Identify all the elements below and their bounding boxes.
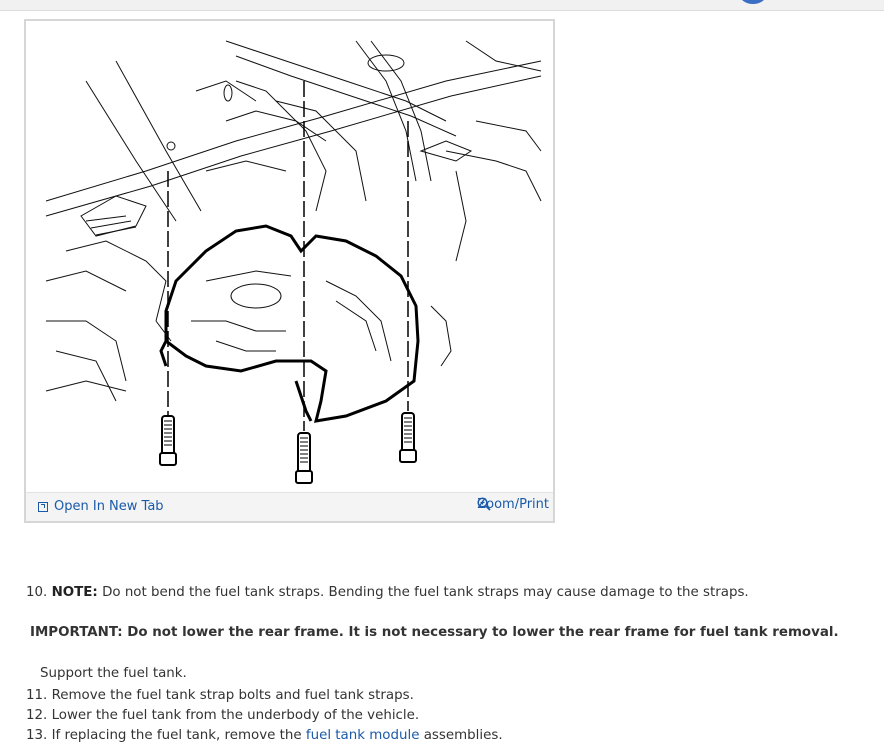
top-toolbar — [0, 0, 884, 11]
step-11: 11. Remove the fuel tank strap bolts and… — [26, 686, 503, 706]
fuel-tank-module-link[interactable]: fuel tank module — [306, 728, 420, 743]
step-number: 12. — [26, 708, 48, 723]
step-list: 11. Remove the fuel tank strap bolts and… — [26, 686, 503, 746]
support-instruction: Support the fuel tank. — [40, 666, 187, 681]
step-text: If replacing the fuel tank, remove the — [51, 728, 302, 743]
step-text: Do not bend the fuel tank straps. Bendin… — [102, 585, 749, 600]
step-text: Remove the fuel tank strap bolts and fue… — [51, 688, 414, 703]
step-13: 13. If replacing the fuel tank, remove t… — [26, 726, 503, 746]
zoom-print-link[interactable]: Zoom/Print — [477, 497, 549, 512]
figure-toolbar: Open In New Tab Zoom/Print — [26, 492, 553, 521]
fuel-tank-diagram — [45, 40, 542, 484]
step-text: Lower the fuel tank from the underbody o… — [51, 708, 420, 723]
step-text-after: assemblies. — [423, 728, 503, 743]
zoom-icon — [477, 497, 491, 511]
open-in-new-tab-link[interactable]: Open In New Tab — [38, 499, 164, 514]
step-12: 12. Lower the fuel tank from the underbo… — [26, 706, 503, 726]
step-number: 13. — [26, 728, 48, 743]
step-10: 10. NOTE: Do not bend the fuel tank stra… — [26, 583, 856, 603]
step-number: 10. — [26, 585, 48, 600]
user-avatar-icon[interactable] — [740, 0, 766, 4]
illustration-figure: Open In New Tab Zoom/Print — [24, 19, 555, 523]
note-label: NOTE: — [51, 585, 98, 600]
open-in-new-tab-label: Open In New Tab — [54, 499, 164, 514]
step-number: 11. — [26, 688, 48, 703]
open-in-new-tab-icon — [38, 501, 48, 512]
important-notice: IMPORTANT: Do not lower the rear frame. … — [30, 625, 839, 640]
